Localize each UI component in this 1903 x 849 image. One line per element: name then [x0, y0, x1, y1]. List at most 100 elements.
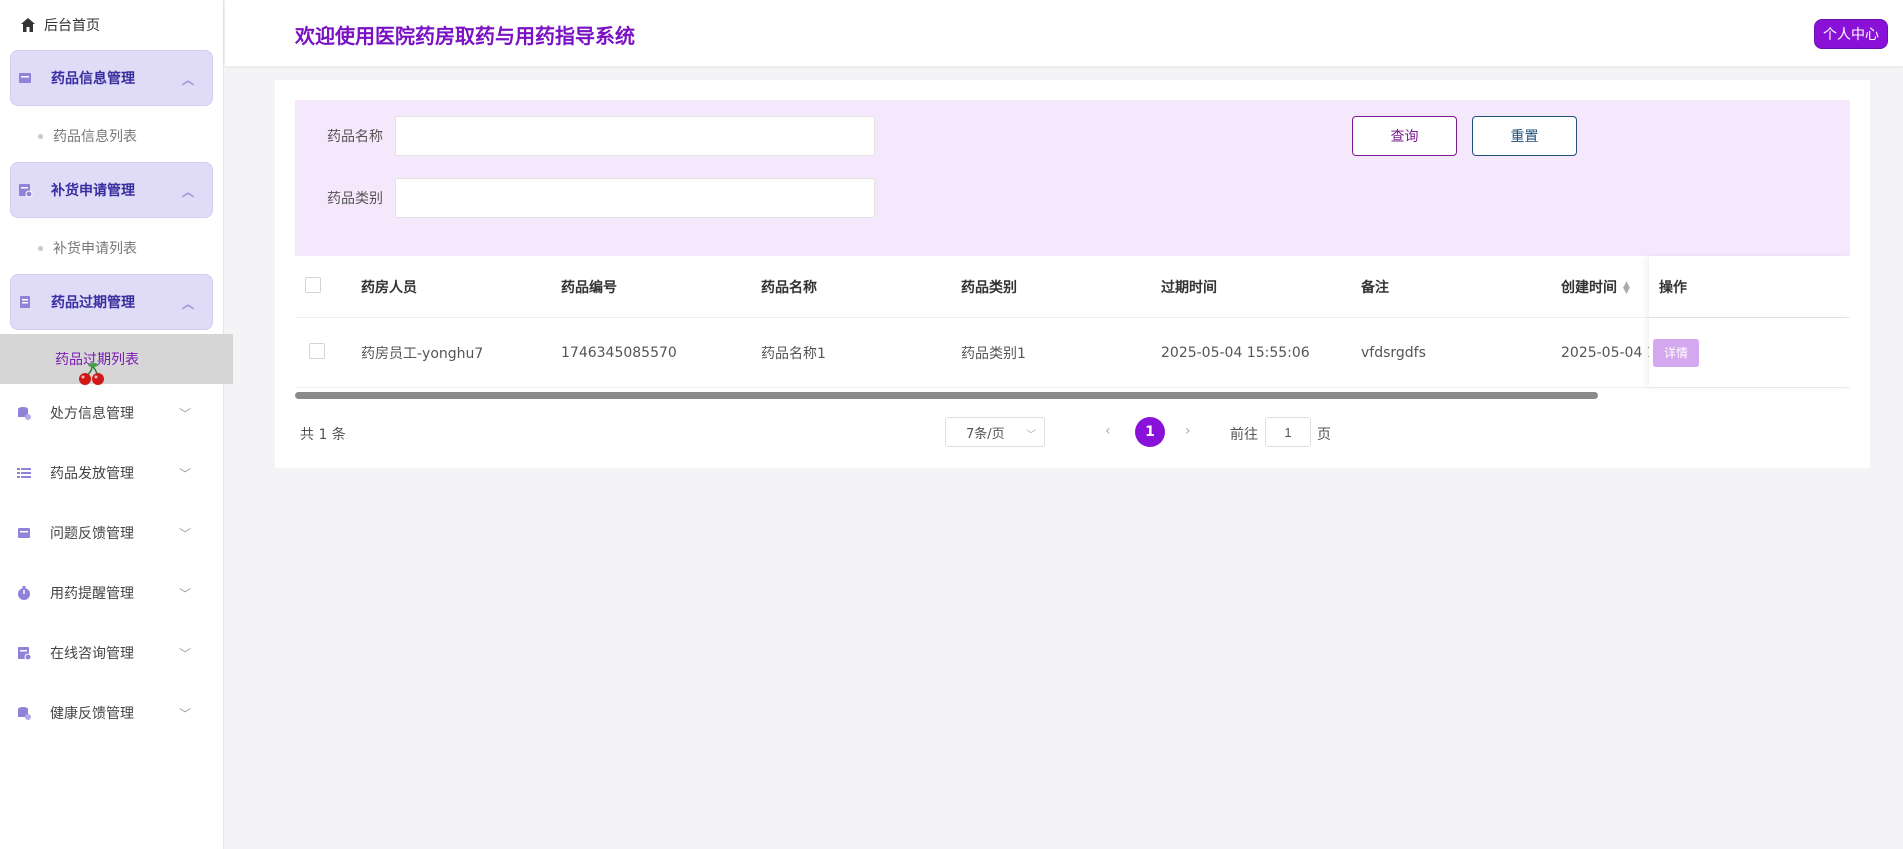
reset-button[interactable]: 重置 [1472, 116, 1577, 156]
menu-restock-label: 补货申请管理 [51, 183, 135, 199]
menu-dispense-label: 药品发放管理 [50, 466, 134, 482]
column-header: 药品类别 [961, 279, 1017, 296]
cherry-cursor-icon [76, 362, 110, 386]
table-header: 药房人员 药品编号 药品名称 药品类别 过期时间 备注 创建时间 ▲ ▼ 操作 [295, 256, 1850, 318]
home-label: 后台首页 [44, 18, 100, 34]
menu-feedback[interactable]: 问题反馈管理 ﹀ [0, 504, 223, 562]
menu-restock[interactable]: 补货申请管理 ︿ [10, 162, 213, 218]
scrollbar-thumb[interactable] [295, 392, 1598, 399]
drug-category-field: 药品类别 [295, 178, 875, 218]
menu-group-restock: 补货申请管理 ︿ [10, 162, 213, 218]
sidebar-item-restock-list[interactable]: 补货申请列表 [0, 220, 223, 276]
horizontal-scrollbar[interactable] [295, 392, 1850, 400]
cell-expire: 2025-05-04 15:55:06 [1161, 344, 1310, 361]
page-size-select[interactable]: 7条/页 ﹀ [945, 417, 1045, 447]
list-icon [16, 465, 32, 481]
goto-prefix: 前往 [1230, 427, 1258, 443]
sidebar-item-expiry-list[interactable]: 药品过期列表 [0, 334, 233, 386]
menu-medication-reminder[interactable]: 用药提醒管理 ﹀ [0, 564, 223, 622]
column-header-label: 操作 [1659, 279, 1687, 296]
content-card: 药品名称 药品类别 查询 重置 药房人员 药品编号 药品名称 药品类别 过期时间… [275, 80, 1870, 468]
chevron-down-icon: ﹀ [178, 587, 191, 601]
column-header: 药品名称 [761, 279, 817, 296]
home-icon [20, 17, 36, 33]
next-page-icon[interactable]: › [1185, 423, 1191, 439]
column-header-actions: 操作 [1649, 256, 1850, 317]
column-header: 药房人员 [361, 279, 417, 296]
row-checkbox[interactable] [309, 342, 325, 359]
chevron-down-icon: ﹀ [178, 707, 191, 721]
drug-name-field: 药品名称 [295, 116, 875, 156]
menu-group-expiry: 药品过期管理 ︿ [10, 274, 213, 330]
page-size-value: 7条/页 [966, 426, 1005, 442]
menu-online-consult[interactable]: 在线咨询管理 ﹀ [0, 624, 223, 682]
restock-icon [17, 182, 33, 198]
page-number-current[interactable]: 1 [1135, 417, 1165, 447]
sidebar: 后台首页 药品信息管理 ︿ 药品信息列表 补货申请管理 ︿ 补货申请列表 药品过… [0, 0, 233, 849]
cell-code: 1746345085570 [561, 344, 677, 361]
menu-group-drug-info: 药品信息管理 ︿ [10, 50, 213, 106]
column-header-label: 创建时间 [1561, 279, 1617, 296]
table-row: 药房员工-yonghu7 1746345085570 药品名称1 药品类别1 2… [295, 318, 1850, 388]
menu-feedback-label: 问题反馈管理 [50, 526, 134, 542]
menu-expiry-label: 药品过期管理 [51, 295, 135, 311]
drug-info-icon [17, 70, 33, 86]
drug-name-input[interactable] [395, 116, 875, 156]
goto-page-input[interactable] [1265, 417, 1311, 447]
menu-drug-info[interactable]: 药品信息管理 ︿ [10, 50, 213, 106]
archive-icon [16, 525, 32, 541]
sidebar-item-label: 补货申请列表 [53, 241, 137, 257]
column-header: 药品编号 [561, 279, 617, 296]
home-link[interactable]: 后台首页 [0, 0, 223, 50]
cell-name: 药品名称1 [761, 345, 826, 362]
prev-page-icon[interactable]: ‹ [1105, 423, 1111, 439]
sortable-column-header[interactable]: 创建时间 ▲ ▼ [1561, 277, 1651, 297]
sidebar-item-label: 药品信息列表 [53, 129, 137, 145]
cell-created: 2025-05-04 1 [1561, 344, 1651, 361]
cell-category: 药品类别1 [961, 345, 1026, 362]
drug-name-label: 药品名称 [327, 129, 383, 145]
search-panel: 药品名称 药品类别 查询 重置 [295, 100, 1850, 256]
sidebar-item-drug-info-list[interactable]: 药品信息列表 [0, 108, 223, 164]
page-title: 欢迎使用医院药房取药与用药指导系统 [295, 24, 635, 48]
expiry-icon [17, 294, 33, 310]
menu-health-feedback[interactable]: 健康反馈管理 ﹀ [0, 684, 223, 742]
menu-prescription-label: 处方信息管理 [50, 406, 134, 422]
select-all-checkbox[interactable] [305, 276, 321, 293]
column-header: 过期时间 [1161, 279, 1217, 296]
top-header: 欢迎使用医院药房取药与用药指导系统 个人中心 [225, 0, 1903, 66]
chevron-down-icon: ﹀ [1026, 430, 1036, 441]
drug-category-input[interactable] [395, 178, 875, 218]
sort-icon[interactable]: ▲ ▼ [1623, 280, 1630, 295]
cell-note: vfdsrgdfs [1361, 344, 1426, 361]
database-icon [16, 705, 32, 721]
user-center-button[interactable]: 个人中心 [1814, 19, 1888, 49]
menu-prescription[interactable]: 处方信息管理 ﹀ [0, 384, 223, 442]
consult-icon [16, 645, 32, 661]
total-count: 共 1 条 [300, 427, 346, 443]
chevron-up-icon: ︿ [181, 297, 194, 311]
cell-actions: 详情 [1649, 318, 1850, 387]
menu-dispense[interactable]: 药品发放管理 ﹀ [0, 444, 223, 502]
chevron-up-icon: ︿ [181, 73, 194, 87]
bullet-icon [38, 133, 43, 139]
menu-expiry[interactable]: 药品过期管理 ︿ [10, 274, 213, 330]
column-header: 备注 [1361, 279, 1389, 296]
chevron-down-icon: ﹀ [178, 527, 191, 541]
pagination: 共 1 条 7条/页 ﹀ ‹ 1 › 前往 页 [295, 416, 1850, 450]
chevron-down-icon: ﹀ [178, 647, 191, 661]
cell-staff: 药房员工-yonghu7 [361, 345, 484, 362]
stopwatch-icon [16, 585, 32, 601]
chevron-up-icon: ︿ [181, 185, 194, 199]
prescription-icon [16, 405, 32, 421]
bullet-icon [38, 245, 43, 251]
menu-online-consult-label: 在线咨询管理 [50, 646, 134, 662]
detail-button[interactable]: 详情 [1653, 338, 1699, 367]
menu-health-feedback-label: 健康反馈管理 [50, 706, 134, 722]
goto-suffix: 页 [1317, 427, 1331, 443]
data-table: 药房人员 药品编号 药品名称 药品类别 过期时间 备注 创建时间 ▲ ▼ 操作 药房… [295, 256, 1850, 399]
chevron-down-icon: ﹀ [178, 407, 191, 421]
query-button[interactable]: 查询 [1352, 116, 1457, 156]
menu-medication-reminder-label: 用药提醒管理 [50, 586, 134, 602]
menu-drug-info-label: 药品信息管理 [51, 71, 135, 87]
